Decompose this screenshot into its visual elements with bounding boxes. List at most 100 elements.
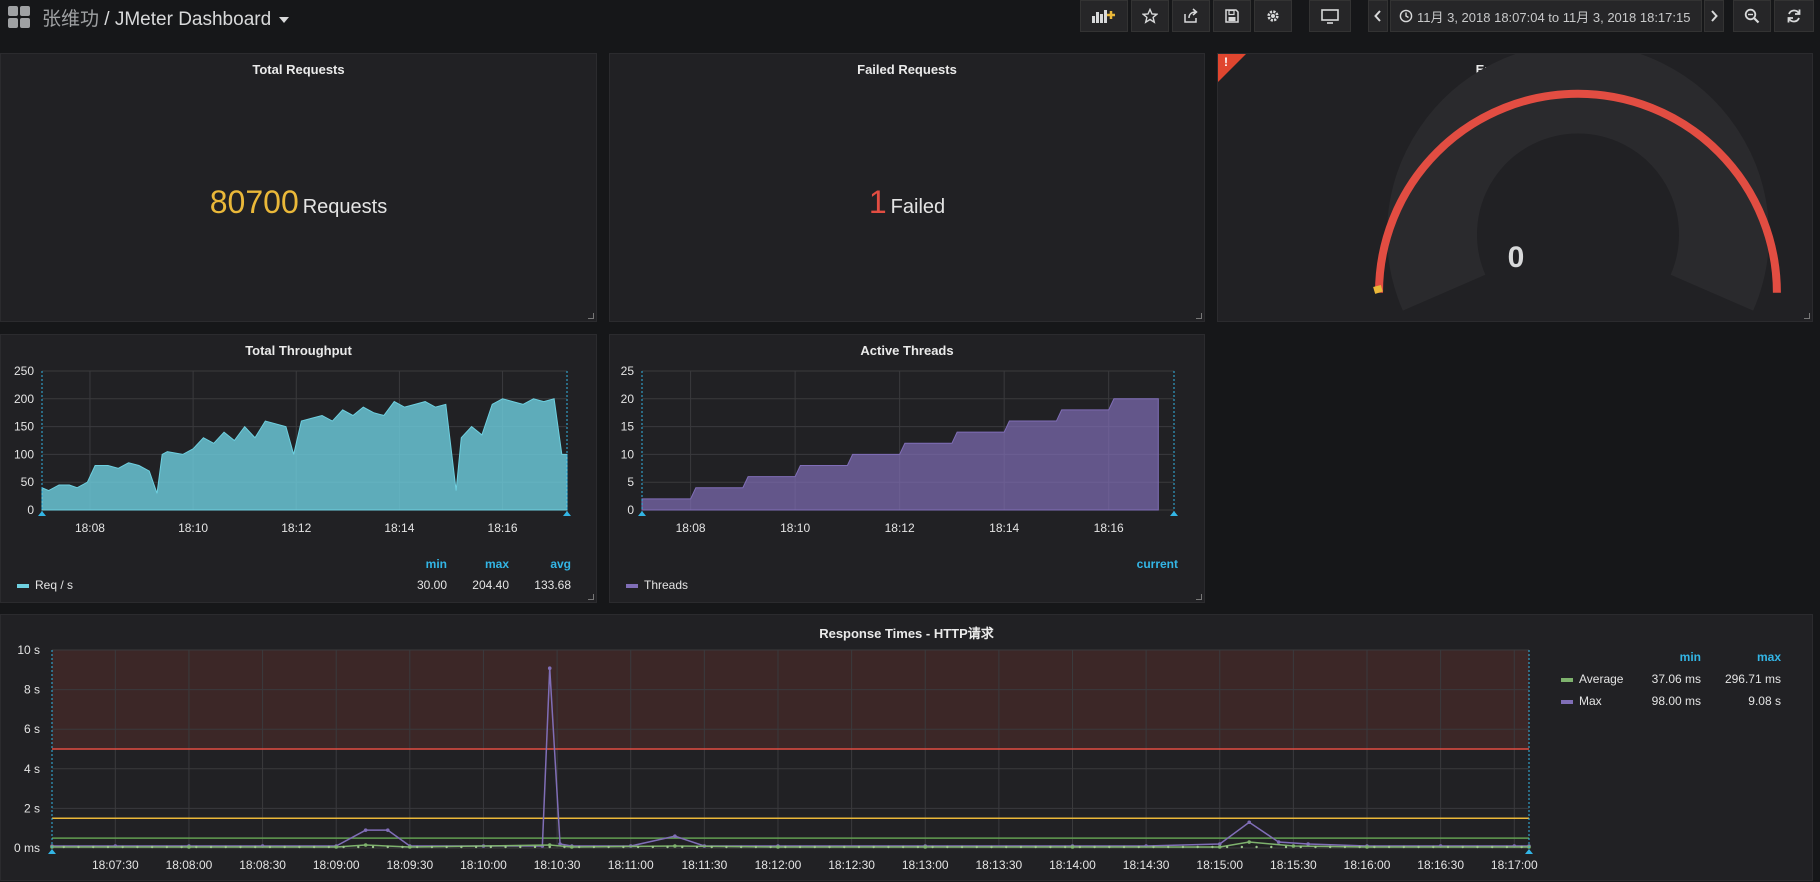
legend-header-max[interactable]: max	[1701, 650, 1781, 664]
series-point	[1373, 845, 1376, 849]
series-point	[1432, 845, 1435, 849]
active-threads-panel: Active Threads 25 20 15 10 5 0 18:08 18:10 18:12…	[609, 334, 1205, 603]
legend-header-min[interactable]: min	[381, 557, 447, 571]
x-tick-label: 18:12	[885, 521, 915, 535]
legend-header-current[interactable]: current	[1110, 557, 1178, 571]
tv-icon	[1321, 9, 1339, 24]
view-mode-button[interactable]	[1309, 0, 1351, 32]
star-button[interactable]	[1131, 0, 1169, 32]
legend-series-average[interactable]: Average	[1561, 672, 1623, 686]
resize-handle-icon[interactable]	[588, 594, 594, 600]
x-tick-label: 18:14	[989, 521, 1019, 535]
x-tick-label: 18:11:00	[608, 858, 654, 872]
x-tick-label: 18:11:30	[681, 858, 727, 872]
dashboard-grid-icon[interactable]	[8, 6, 30, 28]
folder-name[interactable]: 张维功	[42, 9, 99, 30]
dashboard-name[interactable]: JMeter Dashboard	[115, 9, 271, 30]
y-tick-label: 20	[621, 392, 635, 406]
series-point	[887, 845, 890, 849]
share-button[interactable]	[1172, 0, 1210, 32]
annotation-marker-icon	[48, 849, 56, 854]
time-back-button[interactable]	[1368, 0, 1388, 32]
series-point	[180, 845, 183, 849]
response-times-panel: Response Times - HTTP请求 10 s8 s6 s4 s2 s…	[0, 614, 1813, 881]
series-point	[187, 845, 191, 849]
series-point	[769, 845, 772, 849]
y-tick-label: 0	[627, 503, 634, 517]
series-point	[622, 845, 625, 849]
series-swatch[interactable]	[1561, 677, 1573, 682]
series-swatch[interactable]	[1561, 699, 1573, 704]
legend-series-max[interactable]: Max	[1561, 694, 1602, 708]
series-point	[334, 845, 339, 849]
series-point	[636, 845, 640, 849]
time-range-picker[interactable]: 11月 3, 2018 18:07:04 to 11月 3, 2018 18:1…	[1390, 0, 1702, 32]
legend-series[interactable]: Threads	[626, 578, 688, 592]
series-point	[1314, 845, 1317, 849]
legend-series[interactable]: Req / s	[17, 578, 73, 592]
resize-handle-icon[interactable]	[1804, 313, 1810, 319]
x-tick-label: 18:15:00	[1196, 858, 1243, 872]
error-rate-panel: ! Error Rate % 0	[1217, 53, 1813, 322]
series-point	[1505, 845, 1509, 849]
resize-handle-icon[interactable]	[1196, 313, 1202, 319]
legend-value-min: 37.06 ms	[1651, 672, 1701, 686]
response-times-graph[interactable]: 10 s 8 s 6 s 4 s 2 s 0 ms 18:07:30 18:08:00 18:0…	[1, 615, 1541, 882]
legend-header-min[interactable]: min	[1621, 650, 1701, 664]
x-tick-label: 18:12:30	[828, 858, 875, 872]
series-point	[298, 845, 301, 849]
x-tick-label: 18:14:30	[1123, 858, 1170, 872]
chevron-down-icon[interactable]	[279, 16, 290, 23]
x-tick-label: 18:12:00	[755, 858, 802, 872]
star-icon	[1142, 8, 1158, 24]
panel-title[interactable]: Failed Requests	[610, 62, 1204, 77]
time-forward-button[interactable]	[1704, 0, 1724, 32]
x-tick-label: 18:16:30	[1417, 858, 1464, 872]
time-range-text: 11月 3, 2018 18:07:04 to 11月 3, 2018 18:1…	[1417, 9, 1691, 25]
threads-graph[interactable]: 25 20 15 10 5 0 18:08 18:10 18:12 18:14 18:16	[610, 335, 1206, 535]
series-point	[916, 845, 920, 849]
y-tick-label: 5	[627, 475, 634, 489]
series-swatch[interactable]	[17, 583, 29, 588]
panel-title[interactable]: Total Requests	[1, 62, 596, 77]
x-tick-label: 18:16	[1094, 521, 1124, 535]
settings-button[interactable]	[1254, 0, 1292, 32]
series-point	[960, 845, 964, 849]
x-tick-label: 18:07:30	[92, 858, 139, 872]
y-tick-label: 10	[621, 447, 635, 461]
legend-header-max[interactable]: max	[447, 557, 509, 571]
series-point	[1211, 845, 1214, 849]
gauge-value: 0	[1508, 241, 1525, 274]
x-tick-label: 18:16:00	[1344, 858, 1391, 872]
series-point	[386, 845, 389, 849]
y-tick-label: 250	[14, 364, 34, 378]
series-point	[1365, 845, 1369, 849]
series-swatch[interactable]	[626, 583, 638, 588]
series-point	[430, 845, 434, 849]
add-panel-button[interactable]	[1080, 0, 1128, 32]
series-point	[254, 845, 257, 849]
series-point	[1196, 845, 1199, 849]
gear-icon	[1267, 10, 1279, 22]
zoom-out-button[interactable]	[1733, 0, 1771, 32]
stat-number: 1	[868, 184, 887, 220]
stat-unit: Failed	[890, 196, 946, 218]
dashboard-title[interactable]: 张维功 / JMeter Dashboard	[42, 4, 290, 31]
series-point	[828, 845, 831, 849]
resize-handle-icon[interactable]	[588, 313, 594, 319]
series-point	[1299, 845, 1302, 849]
save-button[interactable]	[1213, 0, 1251, 32]
series-point	[445, 845, 448, 849]
throughput-graph[interactable]: 250 200 150 100 50 0 18:08 18:10 18:12 18:14 18:16	[1, 335, 598, 535]
resize-handle-icon[interactable]	[1196, 594, 1202, 600]
y-tick-label: 8 s	[24, 683, 40, 697]
legend-header-avg[interactable]: avg	[509, 557, 571, 571]
refresh-button[interactable]	[1774, 0, 1814, 32]
series-point	[385, 828, 390, 832]
series-point	[195, 845, 198, 849]
series-point	[209, 845, 213, 849]
series-point	[363, 828, 368, 832]
critical-region	[52, 650, 1529, 749]
legend-value-max: 204.40	[472, 578, 509, 592]
series-point	[798, 845, 802, 849]
